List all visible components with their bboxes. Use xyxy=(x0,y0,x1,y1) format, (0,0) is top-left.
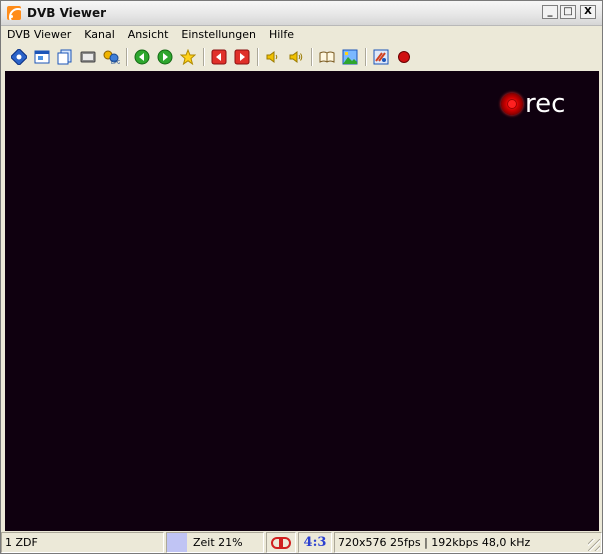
status-time: Zeit 21% xyxy=(166,532,264,553)
teletext-button[interactable] xyxy=(317,47,337,67)
prev-channel-button[interactable] xyxy=(209,47,229,67)
menu-ansicht[interactable]: Ansicht xyxy=(122,28,176,41)
record-icon xyxy=(398,51,410,63)
volume-up-icon xyxy=(289,51,303,63)
window-icon xyxy=(34,50,50,64)
window-title: DVB Viewer xyxy=(27,6,107,20)
menu-dvb-viewer[interactable]: DVB Viewer xyxy=(1,28,78,41)
maximize-icon: □ xyxy=(563,6,573,17)
maximize-button[interactable]: □ xyxy=(560,5,576,19)
recording-indicator: rec xyxy=(501,91,565,117)
prev-channel-icon xyxy=(211,49,227,65)
close-icon: X xyxy=(584,6,592,17)
menu-bar: DVB Viewer Kanal Ansicht Einstellungen H… xyxy=(1,25,602,43)
osd-icon xyxy=(11,49,27,65)
dvb-viewer-window: DVB Viewer _ □ X DVB Viewer Kanal Ansich… xyxy=(0,0,603,554)
favorite-star-icon xyxy=(180,49,196,65)
window-mode-button[interactable] xyxy=(32,47,52,67)
status-bar: 1 ZDF Zeit 21% 4:3 720x576 25fps | 192kb… xyxy=(1,532,602,553)
back-icon xyxy=(134,49,150,65)
resize-grip[interactable] xyxy=(588,539,600,551)
toolbar-separator xyxy=(257,48,259,66)
epg-button[interactable]: EPG xyxy=(101,47,121,67)
video-area[interactable]: rec xyxy=(5,71,599,531)
title-bar[interactable]: DVB Viewer _ □ X xyxy=(1,1,602,26)
picture-button[interactable] xyxy=(340,47,360,67)
volume-down-button[interactable] xyxy=(263,47,283,67)
dolby-od-icon xyxy=(271,536,291,549)
status-time-label: Zeit 21% xyxy=(193,536,243,549)
toolbar: EPG xyxy=(1,44,602,70)
toolbar-separator xyxy=(311,48,313,66)
record-button[interactable] xyxy=(394,47,414,67)
favorite-button[interactable] xyxy=(178,47,198,67)
menu-kanal[interactable]: Kanal xyxy=(78,28,122,41)
tv-button[interactable] xyxy=(78,47,98,67)
minimize-icon: _ xyxy=(547,6,553,17)
copy-window-button[interactable] xyxy=(55,47,75,67)
next-channel-button[interactable] xyxy=(232,47,252,67)
forward-button[interactable] xyxy=(155,47,175,67)
toolbar-separator xyxy=(365,48,367,66)
menu-hilfe[interactable]: Hilfe xyxy=(263,28,301,41)
next-channel-icon xyxy=(234,49,250,65)
volume-up-button[interactable] xyxy=(286,47,306,67)
tv-icon xyxy=(80,51,96,63)
back-button[interactable] xyxy=(132,47,152,67)
status-od-indicator xyxy=(266,532,296,553)
menu-einstellungen[interactable]: Einstellungen xyxy=(175,28,263,41)
settings-button[interactable] xyxy=(371,47,391,67)
window-controls: _ □ X xyxy=(542,5,596,19)
copy-window-icon xyxy=(57,49,72,65)
epg-icon: EPG xyxy=(103,50,120,65)
status-aspect-ratio: 4:3 xyxy=(298,532,332,553)
volume-down-icon xyxy=(266,51,278,63)
app-rss-icon xyxy=(7,6,21,20)
forward-icon xyxy=(157,49,173,65)
record-dot-icon xyxy=(501,93,523,115)
picture-icon xyxy=(342,49,358,65)
toolbar-separator xyxy=(126,48,128,66)
time-progress-swatch xyxy=(167,533,187,552)
status-stream-info: 720x576 25fps | 192kbps 48,0 kHz xyxy=(334,532,602,553)
minimize-button[interactable]: _ xyxy=(542,5,558,19)
svg-text:EPG: EPG xyxy=(111,60,120,65)
close-button[interactable]: X xyxy=(580,5,596,19)
status-channel: 1 ZDF xyxy=(1,532,164,553)
toolbar-separator xyxy=(203,48,205,66)
osd-button[interactable] xyxy=(9,47,29,67)
recording-label: rec xyxy=(525,89,566,119)
settings-icon xyxy=(373,49,389,65)
teletext-book-icon xyxy=(319,51,335,63)
